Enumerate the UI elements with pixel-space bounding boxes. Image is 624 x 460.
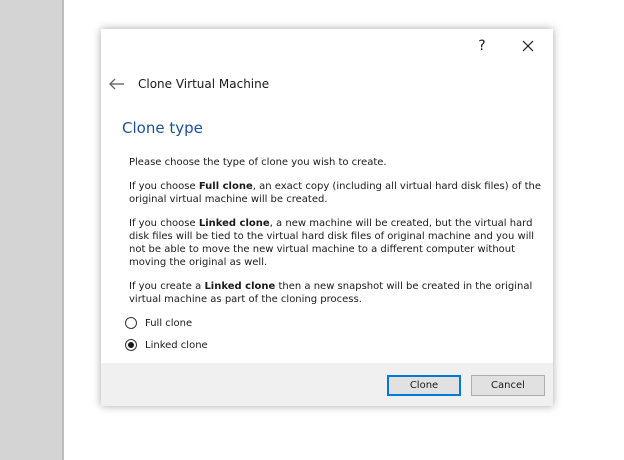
clone-button[interactable]: Clone <box>387 375 461 396</box>
close-icon <box>522 40 534 52</box>
clone-vm-dialog: ? Clone Virtual Machine Clone type Pleas… <box>101 29 553 406</box>
linked-clone-paragraph: If you choose Linked clone, a new machin… <box>129 218 535 268</box>
background-window-strip <box>0 0 64 460</box>
linked-clone-radio[interactable] <box>125 339 137 351</box>
linked-clone-label: Linked clone <box>145 339 208 351</box>
page-title: Clone type <box>122 119 203 137</box>
intro-paragraph: Please choose the type of clone you wish… <box>129 157 387 168</box>
linked-clone-option[interactable]: Linked clone <box>125 337 208 353</box>
full-clone-label: Full clone <box>145 317 193 329</box>
close-button[interactable] <box>514 33 542 61</box>
description: Please choose the type of clone you wish… <box>129 156 545 317</box>
full-clone-radio[interactable] <box>125 317 137 329</box>
wizard-title: Clone Virtual Machine <box>138 77 270 91</box>
full-clone-paragraph: If you choose Full clone, an exact copy … <box>129 181 542 205</box>
back-arrow-icon <box>109 78 124 90</box>
help-button[interactable]: ? <box>467 31 497 61</box>
snapshot-paragraph: If you create a Linked clone then a new … <box>129 281 533 305</box>
button-bar: Clone Cancel <box>101 363 553 406</box>
full-clone-option[interactable]: Full clone <box>125 315 192 331</box>
cancel-button[interactable]: Cancel <box>471 375 545 396</box>
back-button[interactable] <box>108 76 126 92</box>
